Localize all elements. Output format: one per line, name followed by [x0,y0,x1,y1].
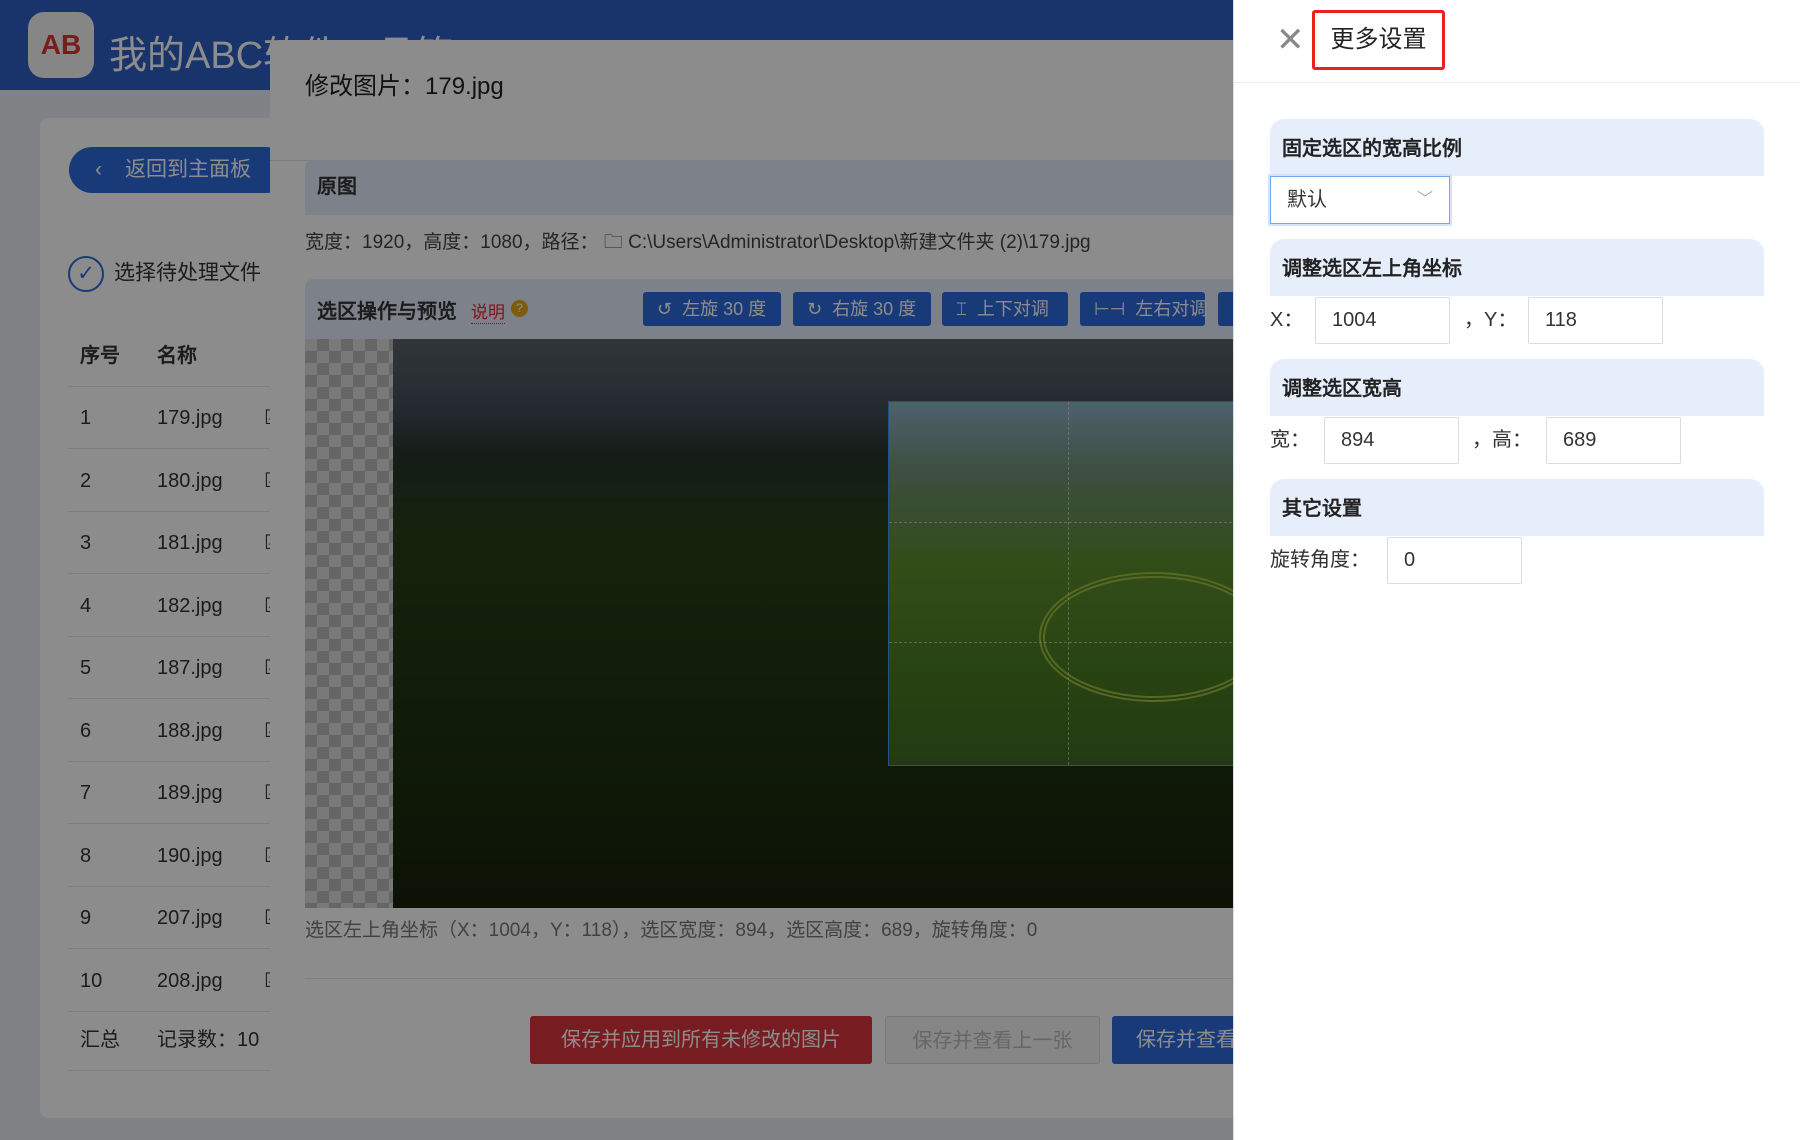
separator: ， [1472,429,1492,451]
y-label: Y： [1484,309,1518,331]
close-icon[interactable]: ✕ [1276,20,1305,60]
chevron-down-icon: ﹀ [1416,191,1433,208]
drawer-header: ✕ 更多设置 [1234,0,1800,83]
size-section-header: 调整选区宽高 [1270,359,1764,416]
modal-overlay[interactable] [0,0,1233,1140]
coords-section-header: 调整选区左上角坐标 [1270,239,1764,296]
rotation-input[interactable]: 0 [1387,537,1522,584]
more-settings-drawer: ✕ 更多设置 固定选区的宽高比例 默认 ﹀ 调整选区左上角坐标 X： 1004 ，… [1233,0,1800,1140]
separator: ， [1464,309,1484,331]
aspect-ratio-select[interactable]: 默认 ﹀ [1270,176,1450,224]
y-input[interactable]: 118 [1528,297,1663,344]
height-label: 高： [1492,429,1532,451]
drawer-title: 更多设置 [1312,10,1445,70]
width-input[interactable]: 894 [1324,417,1459,464]
rotation-label: 旋转角度： [1270,549,1370,571]
other-section-header: 其它设置 [1270,479,1764,536]
x-input[interactable]: 1004 [1315,297,1450,344]
ratio-value: 默认 [1287,189,1327,211]
ratio-section-header: 固定选区的宽高比例 [1270,119,1764,176]
x-label: X： [1270,309,1304,331]
height-input[interactable]: 689 [1546,417,1681,464]
width-label: 宽： [1270,429,1310,451]
